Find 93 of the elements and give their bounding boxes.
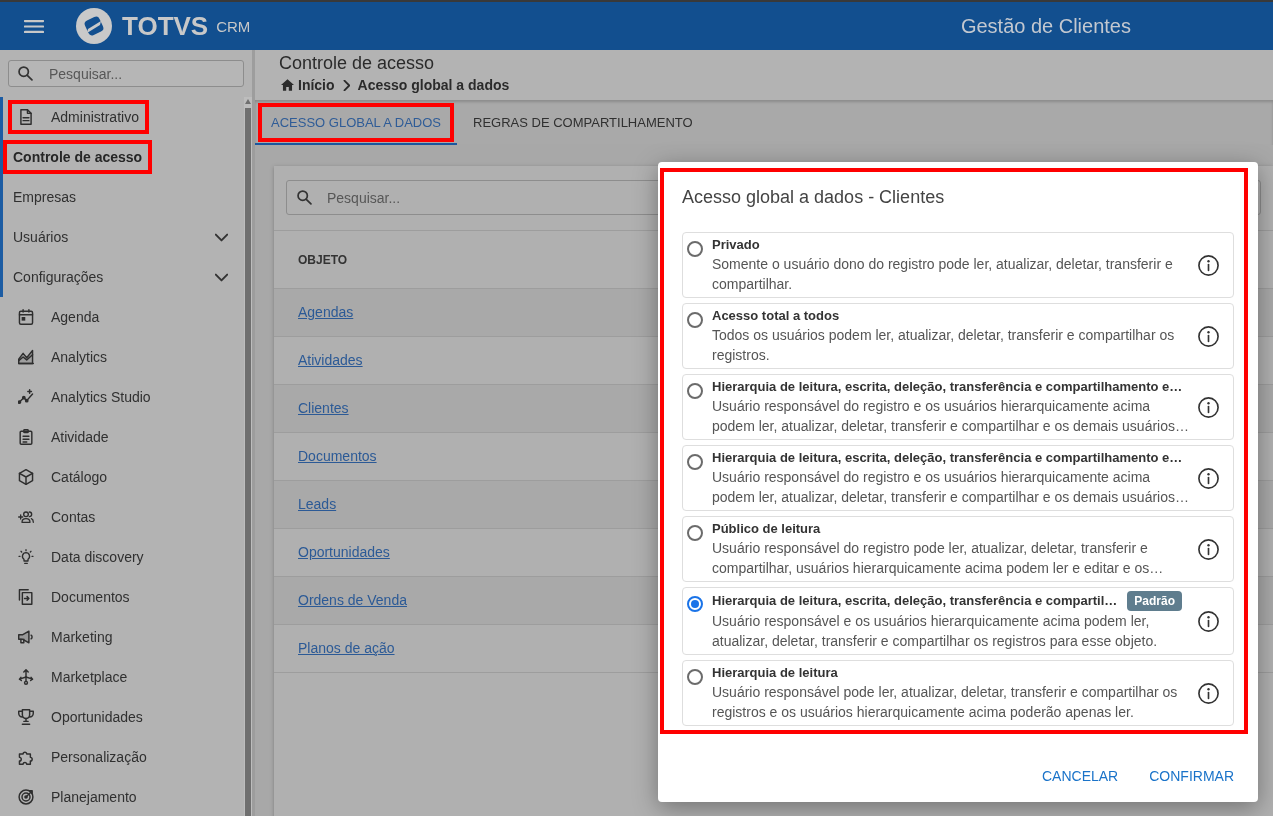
option-card[interactable]: Acesso total a todos Todos os usuários podem ler, atualizar, deletar, transferir e compartilhar os registros. (682, 303, 1234, 369)
calendar-icon (18, 309, 34, 325)
sidebar-item[interactable]: Marketing (8, 620, 123, 654)
scrollbar-track[interactable] (244, 97, 252, 816)
radio-button[interactable] (687, 241, 703, 257)
sidebar-item[interactable]: Personalização (8, 740, 157, 774)
sidebar-item[interactable]: Atividade (8, 420, 119, 454)
search-field[interactable]: Pesquisar... (8, 60, 244, 87)
target-icon (18, 789, 34, 805)
clipboard-icon (18, 429, 34, 445)
app-title: Gestão de Clientes (960, 14, 1131, 39)
object-link[interactable]: Planos de ação (298, 638, 395, 659)
option-card[interactable]: Hierarquia de leitura Usuário responsável pode ler, atualizar, deletar, transferir e compartilhar os registros e os usuários hierarquicamente acima poderão apenas ler. (682, 660, 1234, 726)
breadcrumb-current: Acesso global a dados (357, 76, 510, 94)
option-title: Privado (712, 236, 760, 254)
logo-icon (76, 8, 112, 44)
option-description: Usuário responsável do registro e os usuários hierarquicamente acima podem ler, atualizar, deletar, transferir e compartilhar e os demais usuários… (712, 468, 1190, 507)
sidebar-item[interactable]: Documentos (8, 580, 140, 614)
option-description: Usuário responsável do registro e os usuários hierarquicamente acima podem ler, atualizar, deletar, transferir e compartilhar e os demais usuários… (712, 397, 1190, 436)
option-title: Acesso total a todos (712, 307, 840, 325)
sidebar-item[interactable]: Empresas (3, 180, 87, 214)
object-link[interactable]: Atividades (298, 350, 363, 371)
option-card[interactable]: Privado Somente o usuário dono do registro pode ler, atualizar, deletar, transferir e compartilhar. (682, 232, 1234, 298)
home-icon (281, 79, 294, 91)
info-icon[interactable] (1198, 467, 1219, 489)
option-title: Hierarquia de leitura, escrita, deleção, transferência e compartil… (712, 592, 1118, 610)
search-icon (18, 66, 33, 81)
cube-icon (18, 469, 34, 485)
arrows-hub-icon (18, 669, 34, 685)
radio-button[interactable] (687, 525, 703, 541)
breadcrumb-link[interactable]: Início (279, 76, 335, 94)
option-card[interactable] (682, 587, 1234, 655)
option-description: Usuário responsável do registro pode ler, atualizar, deletar, transferir e compartilhar, usuários hierarquicamente acima podem ler e editar e os… (712, 539, 1165, 578)
radio-button[interactable] (687, 669, 703, 685)
radio-button[interactable] (687, 383, 703, 399)
sidebar-item[interactable]: Analytics Studio (8, 380, 161, 414)
area-chart-icon (18, 349, 34, 365)
info-icon[interactable] (1198, 610, 1219, 632)
sidebar-item[interactable]: Usuários (3, 220, 244, 254)
column-header: OBJETO (298, 251, 348, 269)
sidebar-item[interactable]: Configurações (3, 260, 244, 294)
default-badge: Padrão (1127, 591, 1183, 611)
confirm-button[interactable]: CONFIRMAR (1141, 758, 1242, 795)
trophy-icon (18, 709, 34, 725)
brand-name: TOTVS (122, 13, 209, 39)
sidebar-item[interactable]: Controle de acesso (3, 140, 153, 174)
option-title: Hierarquia de leitura, escrita, deleção, transferência e compartilhamento e… (712, 449, 1183, 467)
radio-button[interactable] (687, 312, 703, 328)
dialog-title: Acesso global a dados - Clientes (682, 186, 946, 209)
trend-sparkle-icon (18, 389, 34, 405)
info-icon[interactable] (1198, 254, 1219, 276)
sidebar-item[interactable]: Planejamento (8, 780, 147, 814)
option-description: Usuário responsável pode ler, atualizar, deletar, transferir e compartilhar os registros e os usuários hierarquicamente acima poderão apenas ler. (712, 683, 1179, 722)
option-title: Hierarquia de leitura (712, 664, 838, 682)
info-icon[interactable] (1198, 682, 1219, 704)
option-title: Público de leitura (712, 520, 821, 538)
info-icon[interactable] (1198, 325, 1219, 347)
cancel-button[interactable]: CANCELAR (1033, 758, 1127, 795)
sidebar-item[interactable]: Oportunidades (8, 700, 153, 734)
scroll-up-arrow-icon[interactable] (245, 99, 251, 104)
documents-icon (18, 589, 34, 605)
sidebar-item[interactable]: Contas (8, 500, 106, 534)
menu-icon[interactable] (24, 18, 44, 34)
object-link[interactable]: Oportunidades (298, 542, 390, 563)
option-title: Hierarquia de leitura, escrita, deleção, transferência e compartilhamento e… (712, 378, 1183, 396)
document-icon (18, 109, 34, 125)
option-description: Usuário responsável e os usuários hierarquicamente acima podem ler, atualizar, deletar, transferir e compartilhar os registros para esse objeto. (712, 612, 1159, 651)
option-card[interactable] (682, 374, 1234, 440)
sidebar-item[interactable]: Marketplace (8, 660, 138, 694)
product-name: CRM (216, 18, 251, 34)
puzzle-icon (18, 749, 34, 765)
sidebar-item[interactable]: Catálogo (8, 460, 118, 494)
info-icon[interactable] (1198, 396, 1219, 418)
sidebar-item[interactable]: Data discovery (8, 540, 154, 574)
tab[interactable]: REGRAS DE COMPARTILHAMENTO (457, 100, 709, 145)
people-plus-icon (18, 509, 34, 525)
radio-button[interactable] (687, 596, 703, 612)
megaphone-icon (18, 629, 34, 645)
sidebar-item[interactable]: Analytics (8, 340, 118, 374)
radio-button[interactable] (687, 454, 703, 470)
option-description: Todos os usuários podem ler, atualizar, deletar, transferir e compartilhar os registros. (712, 326, 1176, 365)
page-title: Controle de acesso (279, 52, 436, 74)
chevron-right-icon (342, 79, 350, 91)
search-icon (297, 190, 312, 205)
option-card[interactable] (682, 445, 1234, 511)
sidebar-item[interactable]: Agenda (8, 300, 110, 334)
option-description: Somente o usuário dono do registro pode ler, atualizar, deletar, transferir e compartilhar. (712, 255, 1174, 294)
sidebar-item[interactable]: Administrativo (8, 100, 149, 134)
object-link[interactable]: Documentos (298, 446, 377, 467)
lightbulb-icon (18, 549, 34, 565)
option-card[interactable]: Público de leitura Usuário responsável do registro pode ler, atualizar, deletar, transferir e compartilhar, usuários hierarquicamente acima podem ler e editar e os… (682, 516, 1234, 582)
info-icon[interactable] (1198, 538, 1219, 560)
scrollbar-thumb[interactable] (245, 108, 251, 816)
